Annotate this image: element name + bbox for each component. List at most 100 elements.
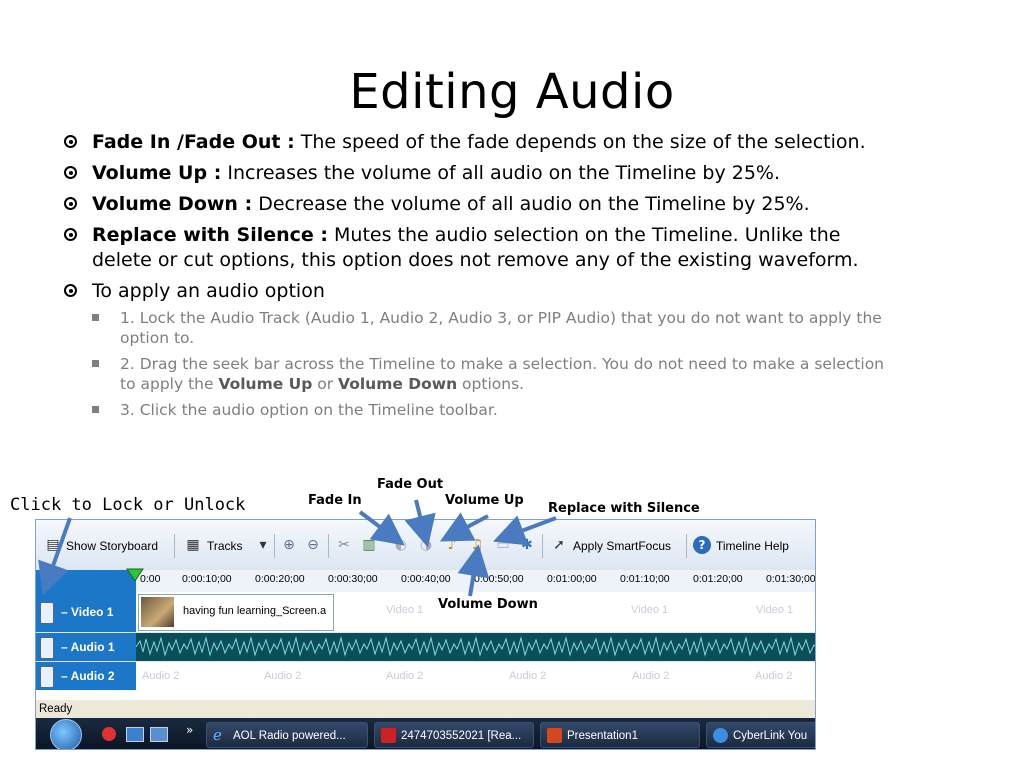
step-emphasis: Volume Up xyxy=(218,375,313,393)
taskbar-label: 2474703552021 [Rea... xyxy=(401,730,522,742)
bullet-marker-icon xyxy=(64,228,77,241)
zoom-out-icon[interactable]: ⊖ xyxy=(304,536,322,554)
taskbar-item-presentation[interactable]: Presentation1 xyxy=(540,722,700,748)
track-header: – Audio 1 xyxy=(36,633,136,661)
ruler-tick: 0:00:10;00 xyxy=(182,573,232,585)
toolbar-separator xyxy=(542,534,543,558)
ie-icon: ℯ xyxy=(213,727,222,744)
lock-icon[interactable] xyxy=(40,666,54,688)
step-1: 1. Lock the Audio Track (Audio 1, Audio … xyxy=(92,308,894,348)
video-clip[interactable]: having fun learning_Screen.a xyxy=(138,594,334,631)
track-label: – Audio 2 xyxy=(61,669,115,683)
taskbar-item-reader[interactable]: 2474703552021 [Rea... xyxy=(374,722,534,748)
clip-name: having fun learning_Screen.a xyxy=(183,605,327,617)
taskbar-label: AOL Radio powered... xyxy=(233,730,346,742)
lock-icon[interactable] xyxy=(40,637,54,659)
tracks-button[interactable]: Tracks xyxy=(207,535,243,557)
step-2: 2. Drag the seek bar across the Timeline… xyxy=(92,354,894,394)
bullet-apply: To apply an audio option 1. Lock the Aud… xyxy=(64,279,894,420)
chevron-down-icon[interactable]: ▾ xyxy=(254,536,272,554)
callout-volume-down: Volume Down xyxy=(436,597,540,612)
timeline-toolbar: ▤ Show Storyboard ▦ Tracks ▾ ⊕ ⊖ ✂ ▥ ◐ ◑… xyxy=(36,520,815,571)
bullet-fade: Fade In /Fade Out : The speed of the fad… xyxy=(64,130,894,155)
bullet-term: Fade In /Fade Out : xyxy=(92,131,295,153)
callout-replace-silence: Replace with Silence xyxy=(548,501,700,516)
taskbar-item-aol[interactable]: ℯ AOL Radio powered... xyxy=(206,722,368,748)
callout-fade-in: Fade In xyxy=(308,493,362,508)
zoom-in-icon[interactable]: ⊕ xyxy=(280,536,298,554)
timeline-ruler[interactable]: 0:00 0:00:10;00 0:00:20;00 0:00:30;00 0:… xyxy=(36,568,815,592)
bullet-marker-icon xyxy=(64,166,77,179)
apply-smartfocus-button[interactable]: Apply SmartFocus xyxy=(573,535,671,557)
scissors-icon[interactable]: ✂ xyxy=(335,536,353,554)
ruler-tick: 0:00:20;00 xyxy=(255,573,305,585)
volume-down-icon[interactable]: ♫ xyxy=(468,536,486,554)
track-placeholder: Audio 2 xyxy=(142,670,180,682)
playhead-marker-icon[interactable] xyxy=(126,568,144,582)
step-text: 3. Click the audio option on the Timelin… xyxy=(120,401,498,419)
chevron-more-icon[interactable]: » xyxy=(186,723,193,737)
ruler-tick: 0:01:00;00 xyxy=(547,573,597,585)
square-bullet-icon xyxy=(92,314,99,321)
track-label: – Video 1 xyxy=(61,605,114,619)
callout-lock: Click to Lock or Unlock xyxy=(10,495,246,515)
smartfocus-icon: ➚ xyxy=(553,537,565,553)
bullet-text: Decrease the volume of all audio on the … xyxy=(252,193,810,215)
start-button[interactable] xyxy=(50,719,82,749)
track-placeholder: Video 1 xyxy=(631,604,669,616)
step-text: 1. Lock the Audio Track (Audio 1, Audio … xyxy=(120,309,882,347)
step-list: 1. Lock the Audio Track (Audio 1, Audio … xyxy=(92,308,894,420)
show-storyboard-button[interactable]: Show Storyboard xyxy=(66,535,158,557)
silence-icon[interactable]: ▭ xyxy=(494,536,512,554)
bullet-term: Volume Up : xyxy=(92,162,222,184)
track-placeholder: Audio 2 xyxy=(755,670,793,682)
lock-icon[interactable] xyxy=(40,602,54,624)
split-icon[interactable]: ▥ xyxy=(360,536,378,554)
square-bullet-icon xyxy=(92,406,99,413)
bullet-text: The speed of the fade depends on the siz… xyxy=(294,131,866,153)
bullet-marker-icon xyxy=(64,135,77,148)
toolbar-separator xyxy=(274,534,275,558)
track-audio-1: – Audio 1 xyxy=(36,633,815,661)
bullet-text: Increases the volume of all audio on the… xyxy=(221,162,780,184)
track-placeholder: Video 1 xyxy=(386,604,424,616)
track-label: – Audio 1 xyxy=(61,640,115,654)
fade-in-icon[interactable]: ◐ xyxy=(392,536,410,554)
track-body[interactable]: Audio 2 Audio 2 Audio 2 Audio 2 Audio 2 … xyxy=(136,662,815,690)
step-emphasis: Volume Down xyxy=(338,375,458,393)
toolbar-separator xyxy=(686,534,687,558)
switch-windows-icon[interactable] xyxy=(150,727,168,742)
timeline-help-button[interactable]: Timeline Help xyxy=(716,535,789,557)
callout-volume-up: Volume Up xyxy=(445,493,524,508)
clip-thumbnail xyxy=(141,597,174,627)
storyboard-icon: ▤ xyxy=(46,537,60,553)
bullet-term: Volume Down : xyxy=(92,193,253,215)
ruler-scale[interactable]: 0:00 0:00:10;00 0:00:20;00 0:00:30;00 0:… xyxy=(136,570,815,592)
track-header: – Video 1 xyxy=(36,592,136,632)
track-audio-2: – Audio 2 Audio 2 Audio 2 Audio 2 Audio … xyxy=(36,662,815,690)
track-header: – Audio 2 xyxy=(36,662,136,690)
bullet-replace: Replace with Silence : Mutes the audio s… xyxy=(64,223,894,273)
ruler-tick: 0:01:20;00 xyxy=(693,573,743,585)
track-placeholder: Video 1 xyxy=(756,604,794,616)
waveform-graphic xyxy=(135,633,815,661)
ruler-tick: 0:00:30;00 xyxy=(328,573,378,585)
ruler-tick: 0:00:40;00 xyxy=(401,573,451,585)
track-placeholder: Audio 2 xyxy=(386,670,424,682)
taskbar-item-cyberlink[interactable]: CyberLink You xyxy=(706,722,815,748)
cyberlink-icon xyxy=(713,728,728,743)
step-3: 3. Click the audio option on the Timelin… xyxy=(92,400,894,420)
fade-out-icon[interactable]: ◑ xyxy=(417,536,435,554)
audio-waveform[interactable] xyxy=(135,633,815,661)
volume-up-icon[interactable]: ♪ xyxy=(443,536,461,554)
toolbar-separator xyxy=(328,534,329,558)
desktop-icon[interactable] xyxy=(126,727,144,742)
track-video-1: – Video 1 having fun learning_Screen.a V… xyxy=(36,592,815,632)
bullet-volume-down: Volume Down : Decrease the volume of all… xyxy=(64,192,894,217)
replace-silence-icon[interactable]: ✱ xyxy=(518,536,536,554)
track-placeholder: Audio 2 xyxy=(632,670,670,682)
aim-icon[interactable] xyxy=(102,727,116,741)
bullet-volume-up: Volume Up : Increases the volume of all … xyxy=(64,161,894,186)
taskbar-label: CyberLink You xyxy=(733,730,808,742)
pdf-icon xyxy=(381,728,396,743)
